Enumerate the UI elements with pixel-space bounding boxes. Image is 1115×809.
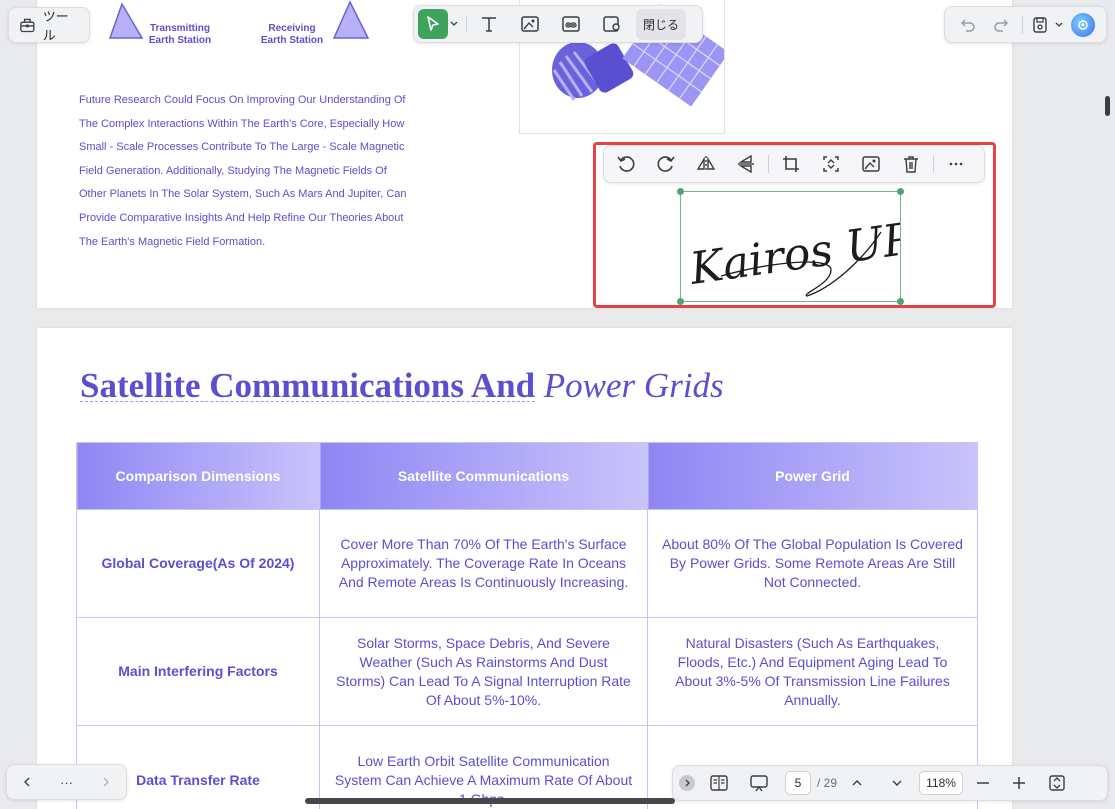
section-title-italic: Power Grids xyxy=(543,366,724,405)
transmitting-station-label: Transmitting Earth Station xyxy=(148,23,212,46)
redo-icon[interactable] xyxy=(986,9,1018,41)
vertical-scrollbar[interactable] xyxy=(1105,96,1110,116)
tools-button[interactable]: ツール xyxy=(8,7,90,43)
chevron-right-icon[interactable] xyxy=(90,766,122,798)
signature-graphic: Kairos UPDF xyxy=(686,204,900,297)
more-options-icon[interactable] xyxy=(940,148,972,180)
resize-handle-bottom-left[interactable] xyxy=(677,298,684,305)
table-header: Satellite Communications xyxy=(319,442,648,510)
zoom-value: 118% xyxy=(926,776,956,790)
paragraph-line: The Complex Interactions Within The Eart… xyxy=(79,117,405,130)
crop-icon[interactable] xyxy=(775,148,807,180)
image-tool-icon[interactable] xyxy=(514,8,546,40)
zoom-in-icon[interactable] xyxy=(1003,767,1035,799)
tools-label: ツール xyxy=(42,9,69,43)
chevron-up-icon[interactable] xyxy=(841,767,873,799)
page-controls-bar: 5 / 29 118% xyxy=(672,765,1108,801)
receiving-dish-illustration xyxy=(332,0,370,39)
total-pages-label: / 29 xyxy=(817,776,838,790)
table-cell: Cover More Than 70% Of The Earth's Surfa… xyxy=(319,509,648,618)
extract-image-icon[interactable] xyxy=(855,148,887,180)
toolbox-icon xyxy=(20,18,35,33)
resize-handle-top-left[interactable] xyxy=(677,188,684,195)
chevron-down-icon[interactable] xyxy=(448,21,460,27)
fit-page-icon[interactable] xyxy=(1041,767,1073,799)
table-cell: Main Interfering Factors xyxy=(76,617,320,726)
chevron-left-icon[interactable] xyxy=(11,766,43,798)
watermark-tool-icon[interactable] xyxy=(596,8,628,40)
more-label: ··· xyxy=(60,774,73,790)
flip-horizontal-icon[interactable] xyxy=(690,148,722,180)
table-row: Global Coverage(As Of 2024) Cover More T… xyxy=(76,509,978,618)
table-header: Power Grid xyxy=(647,442,978,510)
section-title-bold: Satellite Communications And xyxy=(80,366,536,405)
paragraph-line: The Earth's Magnetic Field Formation. xyxy=(79,235,266,248)
research-paragraph: Future Research Could Focus On Improving… xyxy=(79,89,419,254)
toolbar-divider xyxy=(768,155,769,173)
close-edit-label: 閉じる xyxy=(643,17,680,32)
flip-vertical-icon[interactable] xyxy=(730,148,762,180)
rotate-left-icon[interactable] xyxy=(610,148,642,180)
paragraph-line: Other Planets In The Solar System, Such … xyxy=(79,188,407,201)
more-pages-button[interactable]: ··· xyxy=(51,766,83,798)
table-cell: About 80% Of The Global Population Is Co… xyxy=(647,509,978,618)
resize-handle-bottom-right[interactable] xyxy=(897,298,904,305)
page-number-input[interactable]: 5 xyxy=(785,771,811,795)
chevron-down-icon[interactable] xyxy=(1053,22,1065,28)
text-tool-icon[interactable] xyxy=(473,8,505,40)
paragraph-line: Field Generation. Additionally, Studying… xyxy=(79,164,387,177)
table-cell: Natural Disasters (Such As Earthquakes, … xyxy=(647,617,978,726)
table-cell: Low Earth Orbit Satellite Communication … xyxy=(319,725,648,809)
image-edit-toolbar xyxy=(603,145,985,183)
comparison-table: Comparison Dimensions Satellite Communic… xyxy=(76,442,978,809)
table-cell: Global Coverage(As Of 2024) xyxy=(76,509,320,618)
page-layout-icon[interactable] xyxy=(703,767,735,799)
zoom-out-icon[interactable] xyxy=(967,767,999,799)
close-edit-button[interactable]: 閉じる xyxy=(636,8,687,40)
signature-image[interactable]: Kairos UPDF xyxy=(677,188,904,305)
document-viewport[interactable]: Transmitting Earth Station Receiving Ear… xyxy=(0,0,1115,809)
paragraph-line: Provide Comparative Insights And Help Re… xyxy=(79,211,404,224)
resize-handle-top-right[interactable] xyxy=(897,188,904,195)
table-header: Comparison Dimensions xyxy=(76,442,320,510)
toolbar-divider xyxy=(933,155,934,173)
table-cell: Solar Storms, Space Debris, And Severe W… xyxy=(319,617,648,726)
presentation-icon[interactable] xyxy=(743,767,775,799)
select-tool-button[interactable] xyxy=(418,9,448,39)
table-header-row: Comparison Dimensions Satellite Communic… xyxy=(76,442,978,510)
delete-icon[interactable] xyxy=(895,148,927,180)
zoom-level-input[interactable]: 118% xyxy=(919,771,964,795)
ai-assistant-icon[interactable] xyxy=(1071,12,1095,37)
link-tool-icon[interactable] xyxy=(555,8,587,40)
paragraph-line: Future Research Could Focus On Improving… xyxy=(79,94,406,106)
top-right-toolbar xyxy=(944,6,1107,43)
paragraph-line: Small - Scale Processes Contribute To Th… xyxy=(79,141,405,154)
section-title: Satellite Communications And Power Grids xyxy=(80,366,724,406)
toolbar-divider xyxy=(466,15,467,33)
chevron-down-icon[interactable] xyxy=(881,767,913,799)
bottom-nav-left: ··· xyxy=(6,764,127,800)
edit-toolbar: 閉じる xyxy=(413,5,703,43)
save-icon[interactable] xyxy=(1027,9,1053,41)
table-row: Main Interfering Factors Solar Storms, S… xyxy=(76,617,978,726)
horizontal-scrollbar[interactable] xyxy=(305,798,675,804)
undo-icon[interactable] xyxy=(951,9,983,41)
collapse-icon[interactable] xyxy=(679,775,695,791)
replace-image-icon[interactable] xyxy=(815,148,847,180)
current-page-value: 5 xyxy=(794,776,802,790)
rotate-right-icon[interactable] xyxy=(650,148,682,180)
receiving-station-label: Receiving Earth Station xyxy=(260,23,324,46)
toolbar-divider xyxy=(1022,15,1023,34)
cursor-icon xyxy=(427,16,439,31)
